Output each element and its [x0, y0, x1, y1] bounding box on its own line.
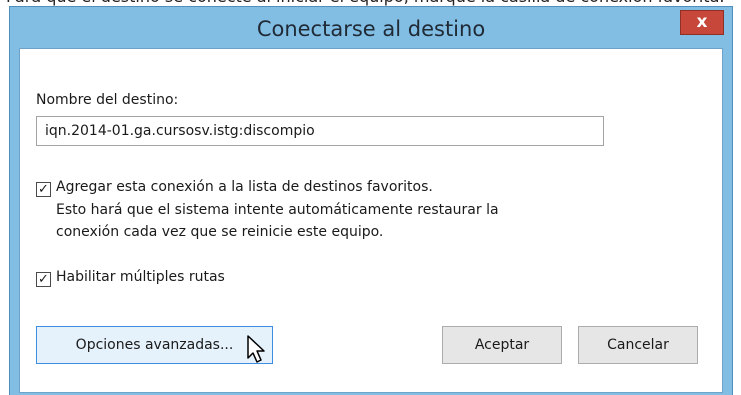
advanced-options-button[interactable]: Opciones avanzadas...: [36, 326, 273, 364]
checkmark-icon: ✓: [38, 272, 49, 287]
target-name-label: Nombre del destino:: [36, 92, 179, 108]
dialog-body: Nombre del destino: ✓ Agregar esta conex…: [19, 48, 723, 393]
favorites-description-line1: Esto hará que el sistema intente automát…: [56, 202, 499, 218]
connect-to-target-dialog: Conectarse al destino x Nombre del desti…: [9, 6, 733, 395]
dialog-title: Conectarse al destino: [256, 17, 486, 41]
close-icon: x: [696, 12, 708, 32]
favorites-description-line2: conexión cada vez que se reinicie este e…: [56, 224, 384, 240]
target-name-input[interactable]: [36, 116, 604, 146]
checkmark-icon: ✓: [38, 182, 49, 197]
multipath-checkbox[interactable]: ✓: [36, 272, 51, 287]
favorites-checkbox[interactable]: ✓: [36, 182, 51, 197]
ok-button[interactable]: Aceptar: [442, 326, 562, 364]
mouse-pointer-icon: [247, 335, 265, 363]
cancel-button[interactable]: Cancelar: [578, 326, 698, 364]
favorites-label: Agregar esta conexión a la lista de dest…: [56, 179, 433, 195]
multipath-label: Habilitar múltiples rutas: [56, 269, 225, 285]
close-button[interactable]: x: [680, 10, 724, 35]
